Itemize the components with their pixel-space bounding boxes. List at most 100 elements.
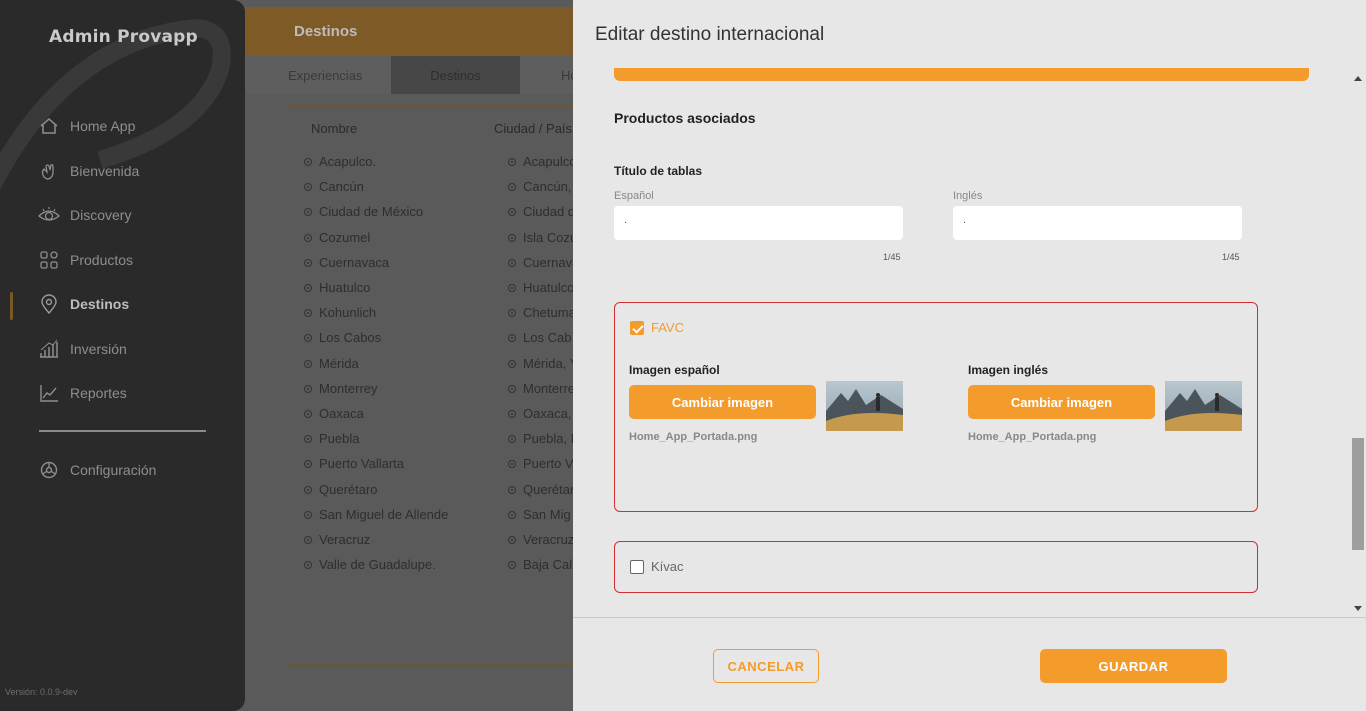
- change-image-english-button[interactable]: Cambiar imagen: [968, 385, 1155, 419]
- radio-icon: [304, 309, 312, 318]
- sidebar-item-label: Inversión: [70, 341, 127, 357]
- cell-text: Puerto Vallarta: [319, 456, 405, 472]
- tab-experiencias[interactable]: Experiencias: [288, 68, 362, 83]
- english-label: Inglés: [953, 190, 983, 202]
- table-cell: Isla Cozu: [508, 230, 577, 245]
- table-cell: San Miguel de Allende: [304, 507, 448, 522]
- radio-icon: [304, 334, 312, 343]
- modal-scroll-content[interactable]: Productos asociados Título de tablas Esp…: [573, 68, 1366, 617]
- cell-text: Baja Cal: [523, 557, 573, 573]
- table-cell: Huatulco: [304, 280, 370, 295]
- cell-text: Monterrey: [319, 380, 378, 396]
- column-header-nombre: Nombre: [311, 121, 358, 136]
- radio-icon: [508, 359, 516, 368]
- table-cell: Kohunlich: [304, 305, 376, 320]
- table-cell: Veracruz: [304, 532, 370, 547]
- cell-text: Mérida, Y: [523, 355, 579, 371]
- cell-text: Puerto V: [523, 456, 574, 472]
- table-cell: Acapulco.: [304, 154, 376, 169]
- cell-text: Puebla, P: [523, 431, 580, 447]
- kivac-checkbox[interactable]: [630, 560, 644, 574]
- page-tabs: Experiencias Destinos Ho: [245, 56, 578, 94]
- image-spanish-thumbnail: [826, 381, 903, 431]
- cell-text: Valle de Guadalupe.: [319, 557, 436, 573]
- sidebar-item-reportes[interactable]: Reportes: [38, 381, 127, 405]
- table-title-english-input[interactable]: .: [953, 206, 1242, 240]
- favc-section: FAVC Imagen español Cambiar imagen Home_…: [614, 302, 1258, 512]
- radio-icon: [508, 258, 516, 267]
- cancel-button[interactable]: CANCELAR: [713, 649, 819, 683]
- radio-icon: [304, 183, 312, 192]
- page-header: Destinos: [245, 7, 575, 56]
- favc-checkbox[interactable]: [630, 321, 644, 335]
- save-button[interactable]: GUARDAR: [1040, 649, 1227, 683]
- sidebar-item-productos[interactable]: Productos: [38, 248, 133, 272]
- sidebar-item-label: Home App: [70, 118, 136, 134]
- scroll-down-icon[interactable]: [1354, 606, 1362, 611]
- home-icon: [38, 115, 60, 137]
- favc-label: FAVC: [651, 320, 684, 335]
- radio-icon: [508, 561, 516, 570]
- cell-text: Cancún,: [523, 179, 572, 195]
- radio-icon: [304, 460, 312, 469]
- cell-text: Los Cabos: [319, 330, 382, 346]
- table-cell: Cancún: [304, 179, 364, 194]
- image-spanish-label: Imagen español: [629, 363, 720, 377]
- radio-icon: [304, 359, 312, 368]
- table-cell: Cozumel: [304, 230, 370, 245]
- radio-icon: [304, 384, 312, 393]
- version-label: Versión: 0.0.9-dev: [5, 687, 78, 697]
- radio-icon: [508, 208, 516, 217]
- tab-destinos[interactable]: Destinos: [391, 56, 520, 94]
- table-cell: San Mig: [508, 507, 571, 522]
- cell-text: Veracruz: [319, 532, 371, 547]
- cell-text: Oaxaca: [319, 406, 364, 421]
- radio-icon: [508, 536, 516, 544]
- scroll-up-icon[interactable]: [1354, 76, 1362, 81]
- sidebar-item-label: Configuración: [70, 462, 157, 478]
- cell-text: Acapulco.: [319, 154, 377, 169]
- kivac-label: Kívac: [651, 559, 684, 574]
- table-cell: Veracruz: [508, 532, 574, 547]
- table-title-heading: Título de tablas: [614, 164, 703, 178]
- change-image-spanish-button[interactable]: Cambiar imagen: [629, 385, 816, 419]
- table-cell: Querétar: [508, 482, 574, 497]
- sidebar-item-discovery[interactable]: Discovery: [38, 203, 131, 227]
- table-cell: Puerto Vallarta: [304, 456, 404, 471]
- radio-icon: [304, 258, 312, 267]
- sidebar-item-configuracion[interactable]: Configuración: [38, 458, 156, 482]
- sidebar-item-bienvenida[interactable]: Bienvenida: [38, 159, 139, 183]
- radio-icon: [508, 410, 516, 418]
- sidebar-item-home-app[interactable]: Home App: [38, 114, 135, 138]
- sidebar-item-inversion[interactable]: Inversión: [38, 337, 127, 361]
- radio-icon: [304, 410, 312, 418]
- table-cell: Cuernava: [508, 255, 579, 270]
- sidebar: Admin Provapp Home App Bienvenida Discov…: [0, 0, 245, 711]
- table-cell: Querétaro: [304, 482, 378, 497]
- radio-icon: [304, 561, 312, 570]
- table-title-spanish-input[interactable]: .: [614, 206, 903, 240]
- spanish-label: Español: [614, 190, 654, 202]
- table-cell: Puerto V: [508, 456, 574, 471]
- table-cell: Monterre: [508, 381, 575, 396]
- cell-text: Querétar: [523, 481, 575, 497]
- radio-icon: [508, 284, 516, 292]
- cell-text: Cuernava: [523, 254, 580, 270]
- table-cell: Oaxaca: [304, 406, 364, 421]
- cell-text: San Mig: [523, 506, 571, 522]
- scrollbar-thumb[interactable]: [1352, 438, 1364, 550]
- sidebar-item-label: Discovery: [70, 207, 132, 223]
- radio-icon: [304, 435, 312, 444]
- radio-icon: [304, 208, 312, 217]
- sidebar-item-label: Reportes: [70, 385, 127, 401]
- modal-scrollbar[interactable]: [1350, 68, 1366, 617]
- radio-icon: [508, 183, 516, 192]
- table-cell: Los Cabos: [304, 330, 381, 345]
- wave-hand-icon: [38, 160, 60, 182]
- radio-icon: [508, 384, 516, 393]
- sidebar-item-destinos[interactable]: Destinos: [38, 292, 129, 316]
- cell-text: Huatulco: [523, 280, 575, 295]
- cell-text: Isla Cozu: [523, 229, 578, 245]
- cell-text: Veracruz: [523, 532, 575, 547]
- table-cell: Valle de Guadalupe.: [304, 557, 436, 572]
